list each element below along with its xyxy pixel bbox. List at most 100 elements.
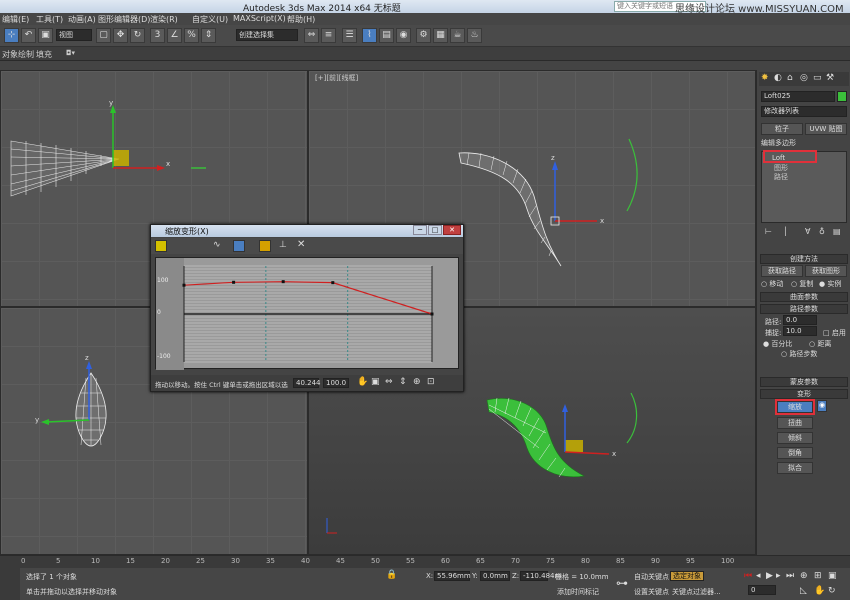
percent-snap-icon[interactable]: % [184, 28, 199, 43]
configure-sets-icon[interactable]: ▤ [833, 227, 841, 236]
material-editor-icon[interactable]: ◉ [396, 28, 411, 43]
menu-item[interactable]: 渲染(R) [150, 14, 178, 25]
y-coord-field[interactable]: 0.0mm [480, 571, 510, 581]
zoom-icon[interactable]: ⊕ [413, 377, 421, 387]
render-icon[interactable]: ☕ [450, 28, 465, 43]
zoom-all-icon[interactable]: ⊞ [814, 571, 822, 581]
ribbon-tab[interactable]: 填充 [36, 49, 52, 60]
z-coord-field[interactable]: -110.484m [520, 571, 561, 581]
menu-item[interactable]: 图形编辑器(D) [98, 14, 150, 25]
path-params-header[interactable]: 路径参数 [760, 304, 848, 314]
deform-graph[interactable] [155, 257, 460, 370]
hierarchy-tab-icon[interactable]: ⌂ [787, 73, 793, 83]
deform-y-field[interactable]: 100.0 [323, 378, 349, 388]
stack-item-path[interactable]: 路径 [774, 172, 788, 182]
zoom-horizontal-icon[interactable]: ⇔ [385, 377, 393, 387]
minimize-icon[interactable]: ─ [413, 225, 427, 235]
lock-selection-icon[interactable]: 🔒 [386, 570, 397, 580]
radio-instance[interactable]: 实例 [827, 280, 841, 288]
menu-item[interactable]: MAXScript(X) [233, 14, 286, 23]
fov-icon[interactable]: ◺ [800, 586, 807, 596]
lock-aspect-icon[interactable] [155, 240, 167, 252]
current-frame-field[interactable]: 0 [748, 585, 776, 595]
surface-params-header[interactable]: 曲面参数 [760, 292, 848, 302]
menu-item[interactable]: 动画(A) [68, 14, 96, 25]
twist-deform-button[interactable]: 扭曲 [777, 417, 813, 429]
goto-end-icon[interactable]: ⏭ [786, 571, 794, 581]
scale-control-point-icon[interactable] [259, 240, 271, 252]
auto-key-label[interactable]: 自动关键点 [634, 572, 669, 582]
object-name-field[interactable]: Loft025 [761, 91, 835, 102]
radio-copy[interactable]: 复制 [799, 280, 813, 288]
selected-object-combo[interactable]: 选定对象 [670, 571, 704, 581]
pan-view-icon[interactable]: ✋ [814, 586, 825, 596]
deform-x-field[interactable]: 40.244 [293, 378, 321, 388]
angle-snap-icon[interactable]: ∠ [167, 28, 182, 43]
undo-icon[interactable]: ↶ [21, 28, 36, 43]
add-time-tag[interactable]: 添加时间标记 [557, 587, 599, 597]
object-color-swatch[interactable] [837, 91, 847, 102]
zoom-extents-all-icon[interactable]: ▣ [828, 571, 837, 581]
radio-path-steps[interactable]: 路径步数 [789, 350, 817, 358]
select-icon[interactable]: ⊹ [4, 28, 19, 43]
creation-method-header[interactable]: 创建方法 [760, 254, 848, 264]
motion-tab-icon[interactable]: ◎ [800, 73, 808, 83]
maximize-icon[interactable]: □ [428, 225, 442, 235]
next-frame-icon[interactable]: ▸ [776, 571, 781, 581]
display-tab-icon[interactable]: ▭ [813, 73, 822, 83]
maxscript-listener[interactable] [0, 568, 20, 600]
enable-checkbox[interactable]: 启用 [832, 329, 846, 337]
deform-window-titlebar[interactable]: 缩放变形(X) ─ □ ✕ [151, 225, 463, 237]
modify-tab-icon[interactable]: ◐ [774, 73, 782, 83]
radio-move[interactable]: 移动 [769, 280, 783, 288]
insert-point-icon[interactable]: ⊥ [279, 240, 291, 252]
deform-curve-svg[interactable] [156, 258, 460, 370]
fit-deform-button[interactable]: 拟合 [777, 462, 813, 474]
radio-percentage[interactable]: 百分比 [771, 340, 792, 348]
set-key-label[interactable]: 设置关键点 [634, 587, 669, 597]
deformations-header[interactable]: 变形 [760, 389, 848, 399]
set-key-icon[interactable]: ⊶ [616, 576, 628, 590]
particle-button[interactable]: 粒子 [761, 123, 803, 135]
render-frame-icon[interactable]: ▦ [433, 28, 448, 43]
orbit-icon[interactable]: ↻ [828, 586, 836, 596]
create-tab-icon[interactable]: ✸ [761, 73, 769, 83]
teeter-deform-button[interactable]: 倾斜 [777, 432, 813, 444]
move-icon[interactable]: ✥ [113, 28, 128, 43]
menu-item[interactable]: 编辑(E) [2, 14, 29, 25]
curve-editor-icon[interactable]: ⌇ [362, 28, 377, 43]
path-value-field[interactable]: 0.0 [783, 315, 817, 325]
select-object-icon[interactable]: ▢ [96, 28, 111, 43]
render-setup-icon[interactable]: ⚙ [416, 28, 431, 43]
menu-item[interactable]: 自定义(U) [192, 14, 228, 25]
spinner-snap-icon[interactable]: ⇕ [201, 28, 216, 43]
pan-icon[interactable]: ✋ [357, 377, 368, 387]
curve-icon[interactable]: ∿ [213, 240, 225, 252]
scale-deformation-window[interactable]: 缩放变形(X) ─ □ ✕ ∿ ⊥ ✕ 100 0 -100 拖动以移动。按住 … [150, 224, 464, 392]
schematic-icon[interactable]: ▤ [379, 28, 394, 43]
goto-start-icon[interactable]: ⏮ [744, 571, 752, 581]
utilities-tab-icon[interactable]: ⚒ [826, 73, 834, 83]
modifier-list-combo[interactable]: 修改器列表 [761, 106, 847, 117]
selection-set-combo[interactable]: 创建选择集 [236, 29, 298, 41]
prev-frame-icon[interactable]: ◂ [756, 571, 761, 581]
rotate-icon[interactable]: ↻ [130, 28, 145, 43]
zoom-viewport-icon[interactable]: ⊕ [800, 571, 808, 581]
select-region-icon[interactable]: ▣ [38, 28, 53, 43]
show-end-result-icon[interactable]: │ [783, 227, 788, 236]
zoom-vertical-icon[interactable]: ⇕ [399, 377, 407, 387]
ribbon-dropdown-icon[interactable]: ◘▾ [66, 49, 75, 57]
zoom-region-icon[interactable]: ⊡ [427, 377, 435, 387]
radio-distance[interactable]: 距离 [817, 340, 831, 348]
x-coord-field[interactable]: 55.96mm [434, 571, 471, 581]
snap-icon[interactable]: 3 [150, 28, 165, 43]
layer-icon[interactable]: ☰ [342, 28, 357, 43]
key-filters-button[interactable]: 关键点过滤器... [672, 587, 721, 597]
skin-params-header[interactable]: 蒙皮参数 [760, 377, 848, 387]
delete-point-icon[interactable]: ✕ [297, 239, 309, 251]
get-shape-button[interactable]: 获取图形 [805, 265, 847, 277]
pin-stack-icon[interactable]: ⊢ [765, 227, 772, 236]
scale-enable-icon[interactable]: ◉ [817, 400, 827, 412]
ribbon-tab[interactable]: 对象绘制 [2, 49, 34, 60]
zoom-extents-icon[interactable]: ▣ [371, 377, 380, 387]
